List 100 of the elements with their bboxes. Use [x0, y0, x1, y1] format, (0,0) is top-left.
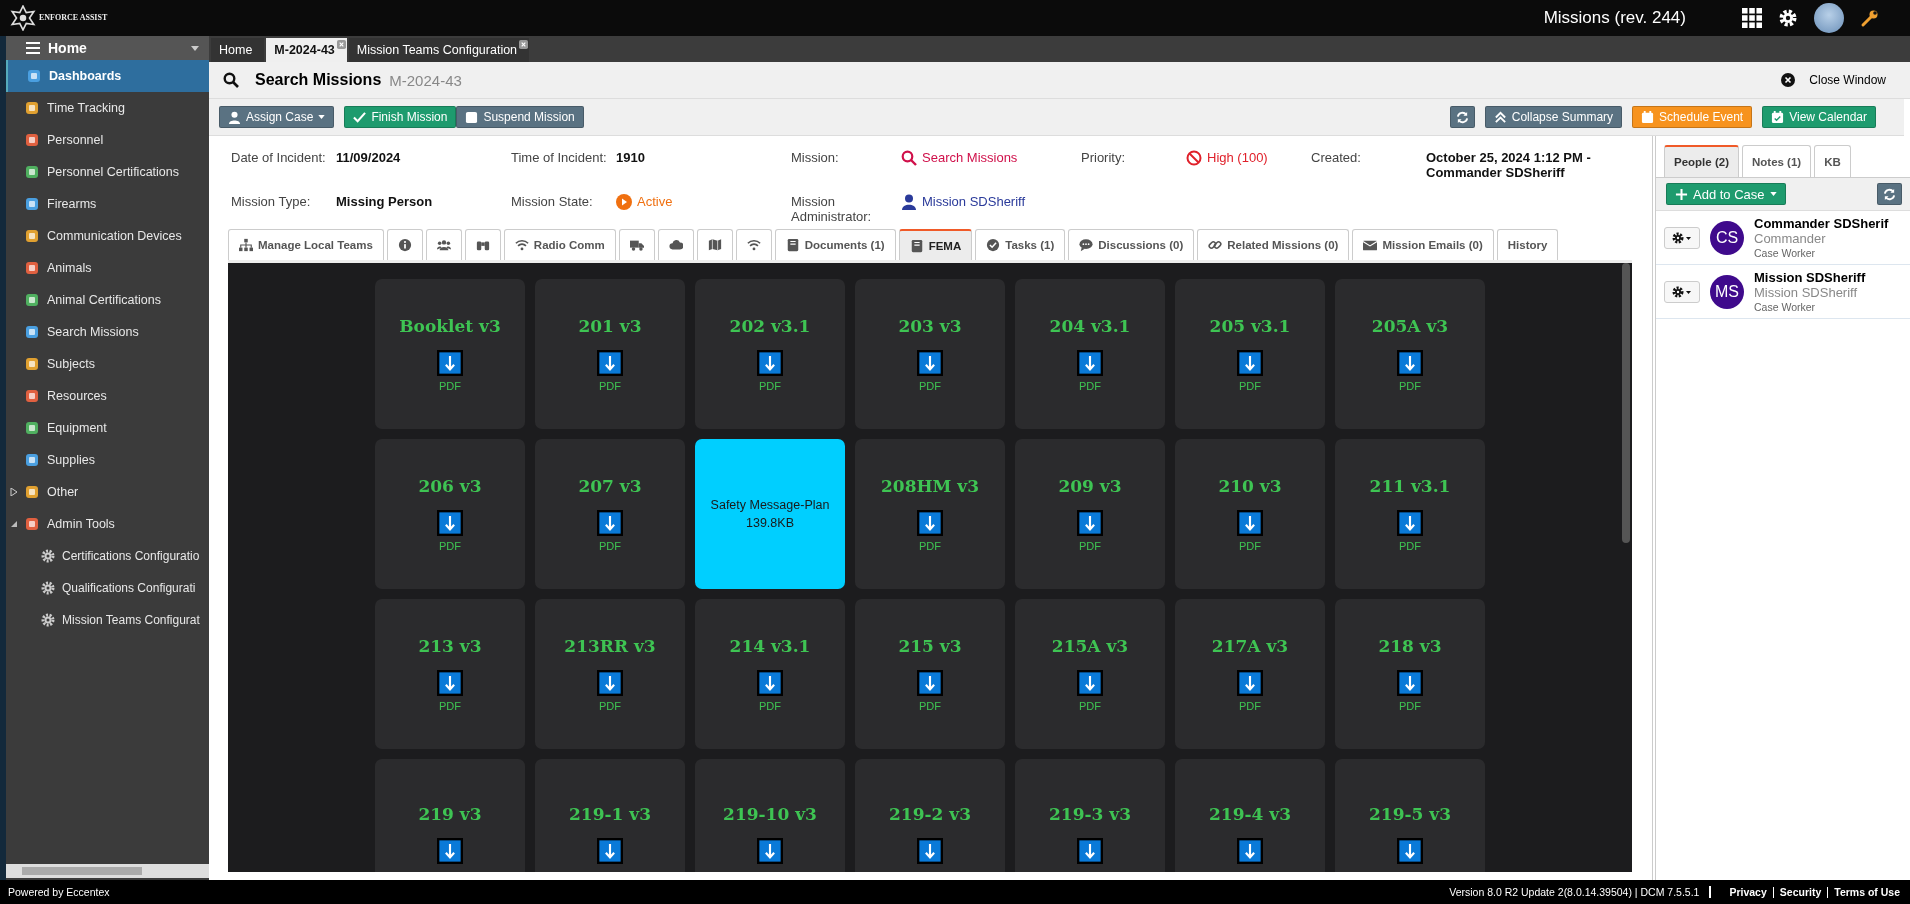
form-tile[interactable]: 201 v3 PDF	[535, 279, 685, 429]
detail-tab[interactable]	[464, 229, 501, 260]
form-tile[interactable]: 217A v3 PDF	[1175, 599, 1325, 749]
form-tile[interactable]: 219-2 v3	[855, 759, 1005, 872]
close-icon[interactable]	[519, 40, 529, 49]
close-window-link[interactable]: Close Window	[1809, 73, 1896, 87]
panel-tab[interactable]: Notes (1)	[1741, 145, 1812, 177]
gear-dropdown-button[interactable]	[1664, 280, 1700, 303]
view-calendar-button[interactable]: View Calendar	[1762, 106, 1876, 128]
sidebar-item[interactable]: Animals	[6, 252, 209, 284]
download-icon[interactable]	[757, 838, 783, 864]
detail-tab[interactable]: History	[1496, 229, 1559, 260]
download-icon[interactable]	[917, 838, 943, 864]
wrench-icon[interactable]	[1860, 8, 1880, 28]
download-icon[interactable]	[597, 350, 623, 376]
download-icon[interactable]	[917, 350, 943, 376]
document-tab[interactable]: Mission Teams Configuration	[348, 38, 530, 62]
form-tile[interactable]: 204 v3.1 PDF	[1015, 279, 1165, 429]
form-tile[interactable]: 219 v3	[375, 759, 525, 872]
download-icon[interactable]	[1397, 510, 1423, 536]
download-icon[interactable]	[1397, 838, 1423, 864]
detail-tab[interactable]	[618, 229, 655, 260]
collapse-arrow-icon[interactable]	[10, 520, 18, 528]
sidebar-item[interactable]: Time Tracking	[6, 92, 209, 124]
gear-dropdown-button[interactable]	[1664, 226, 1700, 249]
form-tile[interactable]: 205A v3 PDF	[1335, 279, 1485, 429]
download-icon[interactable]	[437, 838, 463, 864]
settings-icon[interactable]	[1778, 8, 1798, 28]
expand-arrow-icon[interactable]	[10, 488, 18, 496]
detail-tab[interactable]: Radio Comm	[503, 229, 616, 260]
detail-tab[interactable]: Manage Local Teams	[228, 229, 384, 260]
download-icon[interactable]	[1237, 670, 1263, 696]
detail-tab[interactable]	[386, 229, 423, 260]
sidebar-item[interactable]: Equipment	[6, 412, 209, 444]
form-tile[interactable]: 213RR v3 PDF	[535, 599, 685, 749]
sidebar-item[interactable]: Search Missions	[6, 316, 209, 348]
apps-grid-icon[interactable]	[1742, 8, 1762, 28]
panel-tab[interactable]: KB	[1814, 145, 1851, 177]
download-icon[interactable]	[597, 838, 623, 864]
form-info-tile[interactable]: Safety Message-Plan 139.8KB	[695, 439, 845, 589]
download-icon[interactable]	[1077, 838, 1103, 864]
detail-tab[interactable]: Tasks (1)	[975, 229, 1066, 260]
detail-tab[interactable]	[657, 229, 694, 260]
download-icon[interactable]	[1397, 350, 1423, 376]
form-tile[interactable]: 202 v3.1 PDF	[695, 279, 845, 429]
form-tile[interactable]: 203 v3 PDF	[855, 279, 1005, 429]
download-icon[interactable]	[1237, 838, 1263, 864]
sidebar-subitem[interactable]: Qualifications Configurati	[6, 572, 209, 604]
mission-link[interactable]: Search Missions	[922, 150, 1018, 165]
download-icon[interactable]	[437, 350, 463, 376]
document-tab[interactable]: M-2024-43	[266, 38, 347, 62]
form-tile[interactable]: 214 v3.1 PDF	[695, 599, 845, 749]
footer-link[interactable]: Privacy	[1729, 886, 1767, 898]
sidebar-subitem[interactable]: Certifications Configuratio	[6, 540, 209, 572]
refresh-button[interactable]	[1449, 106, 1475, 128]
sidebar-item[interactable]: Personnel Certifications	[6, 156, 209, 188]
document-tab[interactable]: Home	[211, 38, 265, 62]
download-icon[interactable]	[1077, 670, 1103, 696]
download-icon[interactable]	[757, 670, 783, 696]
download-icon[interactable]	[597, 670, 623, 696]
collapse-summary-button[interactable]: Collapse Summary	[1484, 106, 1623, 128]
download-icon[interactable]	[1237, 510, 1263, 536]
download-icon[interactable]	[1077, 350, 1103, 376]
form-tile[interactable]: 219-5 v3	[1335, 759, 1485, 872]
form-tile[interactable]: 215A v3 PDF	[1015, 599, 1165, 749]
form-tile[interactable]: 219-1 v3	[535, 759, 685, 872]
sidebar-item[interactable]: Supplies	[6, 444, 209, 476]
sidebar-item[interactable]: Communication Devices	[6, 220, 209, 252]
detail-tab[interactable]: Mission Emails (0)	[1352, 229, 1494, 260]
download-icon[interactable]	[597, 510, 623, 536]
home-menu-header[interactable]: Home	[6, 36, 209, 60]
form-tile[interactable]: 207 v3 PDF	[535, 439, 685, 589]
form-tile[interactable]: 219-3 v3	[1015, 759, 1165, 872]
footer-link[interactable]: Terms of Use	[1834, 886, 1900, 898]
detail-tab[interactable]: Documents (1)	[774, 229, 896, 260]
sidebar-item[interactable]: Subjects	[6, 348, 209, 380]
finish-mission-button[interactable]: Finish Mission	[344, 106, 457, 128]
download-icon[interactable]	[1237, 350, 1263, 376]
download-icon[interactable]	[437, 510, 463, 536]
horizontal-scrollbar[interactable]	[6, 864, 209, 878]
download-icon[interactable]	[917, 670, 943, 696]
detail-tab[interactable]	[696, 229, 733, 260]
assign-case-button[interactable]: Assign Case	[219, 106, 335, 128]
suspend-mission-button[interactable]: Suspend Mission	[456, 106, 584, 128]
add-to-case-button[interactable]: Add to Case	[1666, 183, 1786, 205]
form-tile[interactable]: 211 v3.1 PDF	[1335, 439, 1485, 589]
download-icon[interactable]	[1397, 670, 1423, 696]
download-icon[interactable]	[437, 670, 463, 696]
form-tile[interactable]: 206 v3 PDF	[375, 439, 525, 589]
form-tile[interactable]: 215 v3 PDF	[855, 599, 1005, 749]
footer-link[interactable]: Security	[1779, 886, 1822, 898]
form-tile[interactable]: 205 v3.1 PDF	[1175, 279, 1325, 429]
detail-tab[interactable]: Discussions (0)	[1068, 229, 1195, 260]
detail-tab[interactable]: Related Missions (0)	[1197, 229, 1350, 260]
sidebar-item[interactable]: Animal Certifications	[6, 284, 209, 316]
user-avatar[interactable]	[1814, 3, 1844, 33]
sidebar-item[interactable]: Resources	[6, 380, 209, 412]
detail-tab[interactable]	[425, 229, 462, 260]
form-tile[interactable]: 218 v3 PDF	[1335, 599, 1485, 749]
form-tile[interactable]: 219-4 v3	[1175, 759, 1325, 872]
